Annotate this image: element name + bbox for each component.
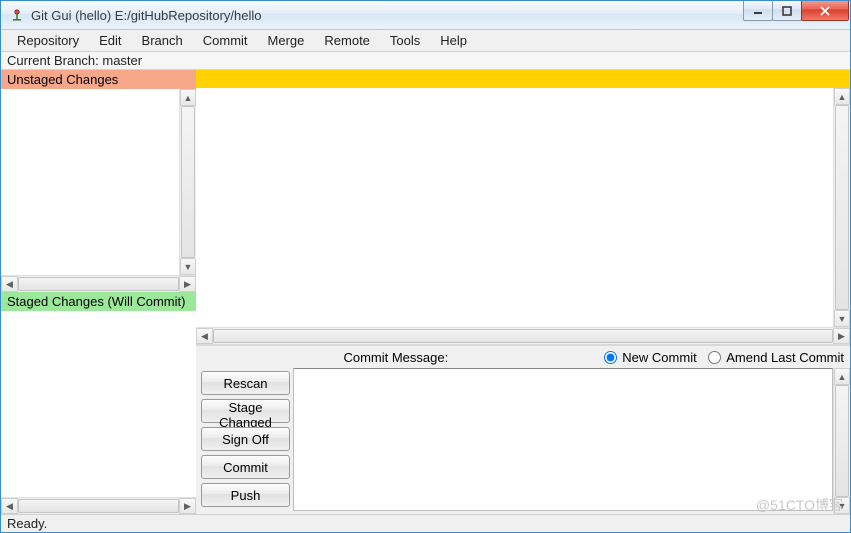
rescan-button[interactable]: Rescan (201, 371, 290, 395)
commit-header: Commit Message: New Commit Amend Last Co… (196, 346, 850, 368)
scroll-right-icon[interactable]: ▶ (179, 276, 196, 292)
unstaged-vertical-scrollbar[interactable]: ▲ ▼ (179, 89, 196, 275)
titlebar[interactable]: Git Gui (hello) E:/gitHubRepository/hell… (1, 1, 850, 30)
git-gui-icon (9, 7, 25, 23)
stage-changed-button[interactable]: Stage Changed (201, 399, 290, 423)
commit-message-scrollbar[interactable]: ▲ ▼ (833, 368, 850, 514)
staged-header[interactable]: Staged Changes (Will Commit) (1, 292, 196, 311)
sign-off-button[interactable]: Sign Off (201, 427, 290, 451)
scroll-thumb[interactable] (213, 329, 833, 343)
current-branch-label: Current Branch: master (1, 52, 850, 70)
scroll-left-icon[interactable]: ◀ (1, 498, 18, 514)
unstaged-list[interactable]: ▲ ▼ (1, 89, 196, 275)
unstaged-horizontal-scrollbar[interactable]: ◀ ▶ (1, 275, 196, 292)
close-button[interactable] (801, 1, 849, 21)
staged-horizontal-scrollbar[interactable]: ◀ ▶ (1, 497, 196, 514)
amend-commit-radio[interactable]: Amend Last Commit (708, 350, 844, 365)
diff-view[interactable]: ▲ ▼ (196, 88, 850, 327)
window: Git Gui (hello) E:/gitHubRepository/hell… (0, 0, 851, 533)
maximize-button[interactable] (772, 1, 802, 21)
status-text: Ready. (7, 516, 47, 531)
scroll-thumb[interactable] (181, 106, 195, 258)
scroll-down-icon[interactable]: ▼ (180, 258, 196, 275)
window-buttons (744, 1, 849, 21)
unstaged-header[interactable]: Unstaged Changes (1, 70, 196, 89)
scroll-up-icon[interactable]: ▲ (834, 368, 850, 385)
diff-horizontal-scrollbar[interactable]: ◀ ▶ (196, 327, 850, 344)
commit-message-input[interactable] (293, 368, 833, 511)
left-column: Unstaged Changes ▲ ▼ ◀ ▶ Staged Changes … (1, 70, 196, 514)
scroll-up-icon[interactable]: ▲ (834, 88, 850, 105)
scroll-thumb[interactable] (18, 277, 179, 291)
scroll-left-icon[interactable]: ◀ (1, 276, 18, 292)
commit-panel: Commit Message: New Commit Amend Last Co… (196, 344, 850, 514)
scroll-thumb[interactable] (835, 385, 849, 497)
menu-merge[interactable]: Merge (258, 30, 315, 51)
menu-repository[interactable]: Repository (7, 30, 89, 51)
diff-header (196, 70, 850, 88)
staged-list[interactable] (1, 311, 196, 497)
watermark: @51CTO博客 (756, 495, 843, 515)
commit-message-label: Commit Message: (196, 350, 596, 365)
menu-tools[interactable]: Tools (380, 30, 430, 51)
scroll-right-icon[interactable]: ▶ (179, 498, 196, 514)
menu-branch[interactable]: Branch (132, 30, 193, 51)
scroll-thumb[interactable] (18, 499, 179, 513)
menu-remote[interactable]: Remote (314, 30, 380, 51)
menu-edit[interactable]: Edit (89, 30, 131, 51)
menu-help[interactable]: Help (430, 30, 477, 51)
push-button[interactable]: Push (201, 483, 290, 507)
scroll-thumb[interactable] (835, 105, 849, 310)
status-bar: Ready. (1, 514, 850, 532)
amend-commit-label: Amend Last Commit (726, 350, 844, 365)
scroll-up-icon[interactable]: ▲ (180, 89, 196, 106)
right-column: ▲ ▼ ◀ ▶ Commit Message: New Commit Amend… (196, 70, 850, 514)
new-commit-radio[interactable]: New Commit (604, 350, 697, 365)
minimize-button[interactable] (743, 1, 773, 21)
menu-commit[interactable]: Commit (193, 30, 258, 51)
new-commit-label: New Commit (622, 350, 696, 365)
scroll-down-icon[interactable]: ▼ (834, 310, 850, 327)
scroll-left-icon[interactable]: ◀ (196, 328, 213, 344)
main-area: Unstaged Changes ▲ ▼ ◀ ▶ Staged Changes … (1, 70, 850, 514)
diff-vertical-scrollbar[interactable]: ▲ ▼ (833, 88, 850, 327)
commit-button-column: Rescan Stage Changed Sign Off Commit Pus… (196, 368, 293, 514)
commit-button[interactable]: Commit (201, 455, 290, 479)
scroll-right-icon[interactable]: ▶ (833, 328, 850, 344)
menubar: Repository Edit Branch Commit Merge Remo… (1, 30, 850, 52)
window-title: Git Gui (hello) E:/gitHubRepository/hell… (31, 8, 744, 23)
